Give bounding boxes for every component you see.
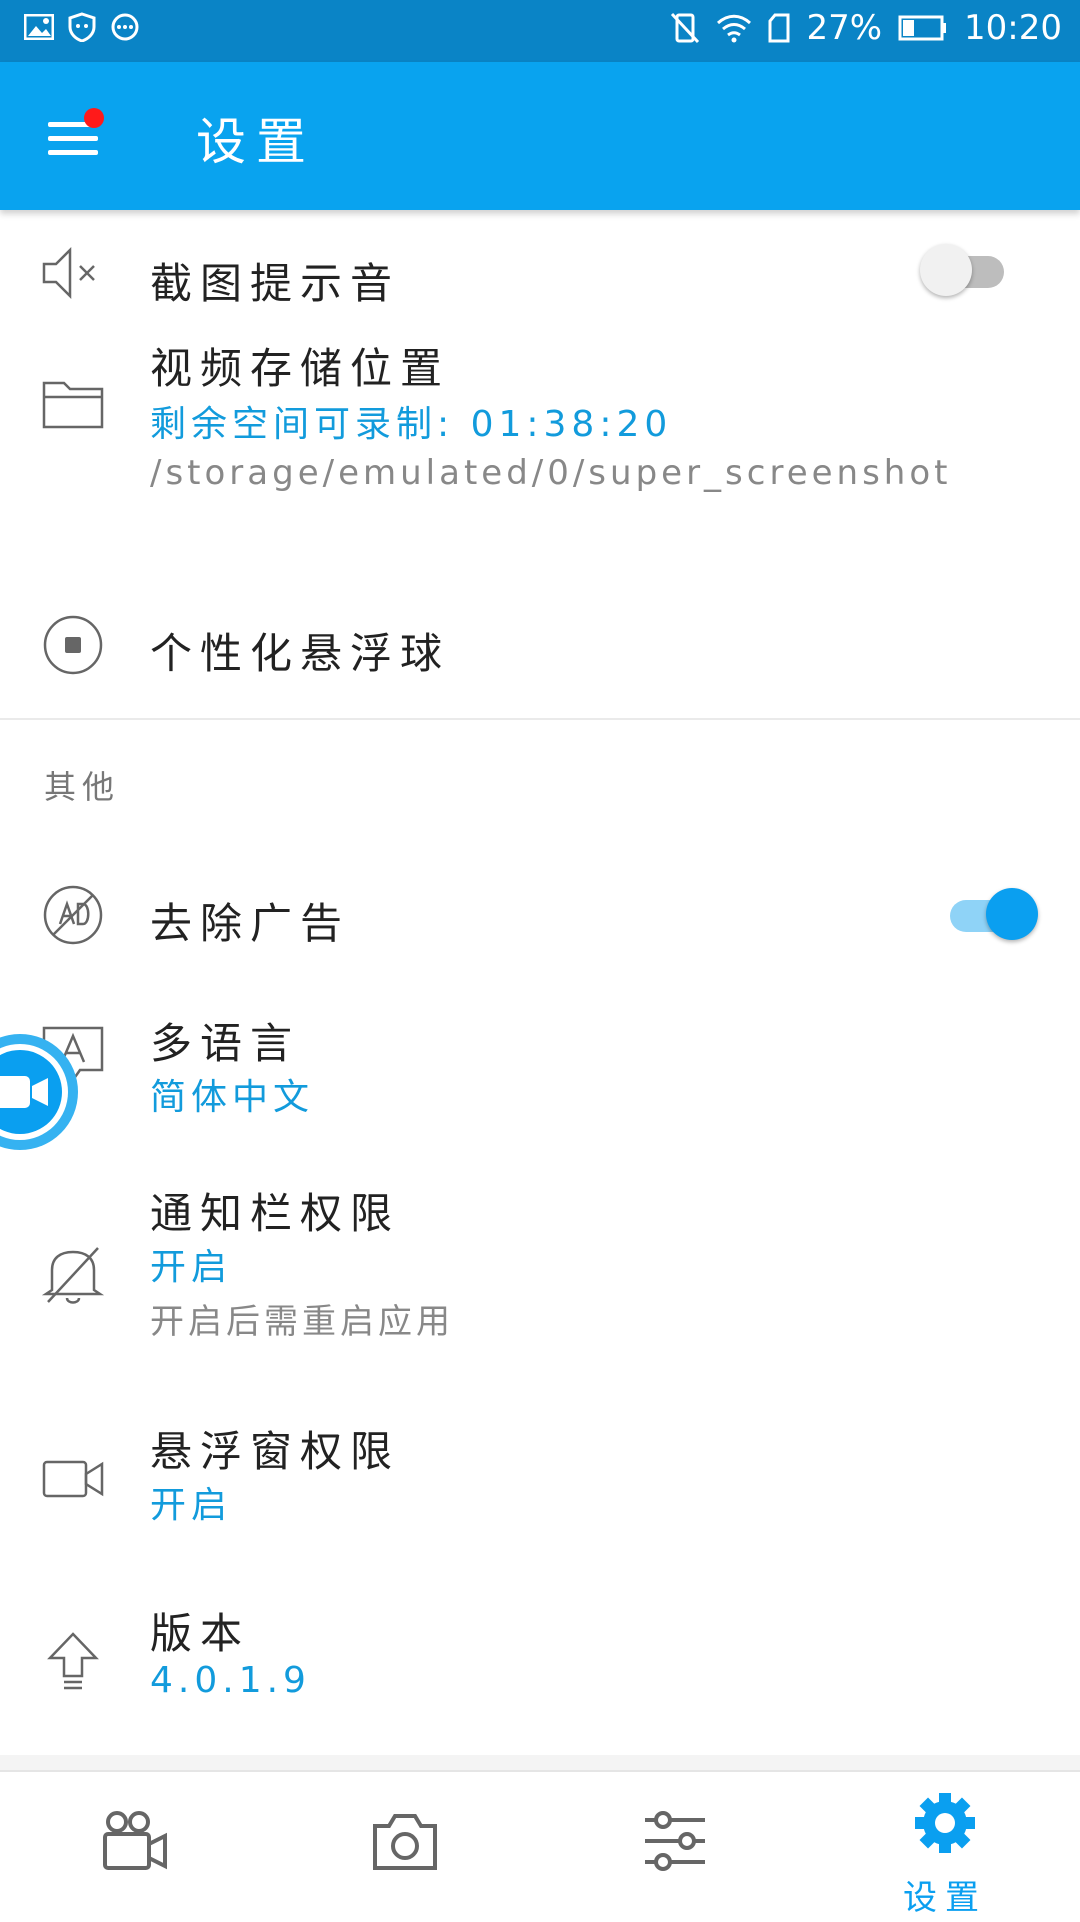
notification-permission-note: 开启后需重启应用 (150, 1302, 454, 1342)
sim-card-icon (768, 13, 790, 43)
nav-tools[interactable] (540, 1772, 810, 1922)
camera-icon (373, 1814, 437, 1870)
menu-button[interactable] (40, 102, 110, 172)
record-camera-icon (0, 1076, 48, 1108)
clock: 10:20 (964, 8, 1062, 48)
mute-speaker-icon (42, 246, 95, 300)
status-left-icons (24, 12, 140, 42)
screenshot-sound-toggle[interactable] (920, 244, 1010, 296)
setting-overlay-permission[interactable]: 悬浮窗权限 开启 (0, 1418, 1080, 1548)
video-storage-label: 视频存储位置 (150, 344, 451, 393)
setting-language[interactable]: 多语言 简体中文 (0, 1000, 1080, 1130)
folder-icon (42, 381, 104, 429)
settings-gear-icon (915, 1793, 975, 1853)
setting-notification-permission[interactable]: 通知栏权限 开启 开启后需重启应用 (0, 1180, 1080, 1360)
vibrate-off-icon (671, 12, 700, 44)
section-divider (0, 718, 1080, 720)
shield-notification-icon (68, 12, 96, 42)
nav-video[interactable] (0, 1772, 270, 1922)
language-label: 多语言 (150, 1019, 301, 1068)
notification-permission-value: 开启 (150, 1247, 233, 1288)
setting-remove-ads[interactable]: 去除广告 (0, 850, 1080, 980)
setting-floating-ball[interactable]: 个性化悬浮球 (0, 590, 1080, 710)
toggle-knob (986, 888, 1038, 940)
floating-record-inner (0, 1050, 62, 1134)
gallery-notification-icon (24, 14, 54, 40)
nav-settings-label: 设置 (903, 1878, 987, 1918)
toggle-knob (920, 244, 972, 296)
wifi-icon (717, 14, 752, 43)
battery-percent: 27% (806, 8, 883, 48)
overlay-permission-label: 悬浮窗权限 (150, 1427, 401, 1476)
status-bar: 27% 10:20 (0, 0, 1080, 62)
notification-permission-label: 通知栏权限 (150, 1189, 401, 1238)
no-ads-icon (43, 885, 103, 945)
settings-list: 截图提示音 视频存储位置 剩余空间可录制: 01:38:20 /storage/… (0, 210, 1080, 1701)
setting-video-storage[interactable]: 视频存储位置 剩余空间可录制: 01:38:20 /storage/emulat… (0, 335, 1080, 510)
setting-screenshot-sound[interactable]: 截图提示音 (0, 210, 1080, 335)
section-header-other: 其他 (44, 768, 121, 806)
battery-icon (898, 15, 947, 41)
version-label: 版本 (150, 1609, 251, 1658)
menu-bar-bottom (48, 150, 98, 155)
more-notification-icon (111, 13, 139, 41)
screenshot-sound-label: 截图提示音 (150, 259, 401, 308)
floating-ball-label: 个性化悬浮球 (150, 629, 451, 678)
notification-dot (84, 108, 104, 128)
video-storage-path: /storage/emulated/0/super_screenshot (150, 453, 952, 493)
version-value: 4.0.1.9 (150, 1660, 311, 1701)
video-camera-icon (103, 1811, 167, 1870)
page-title: 设置 (196, 113, 316, 171)
video-camera-icon (42, 1460, 104, 1498)
remove-ads-toggle[interactable] (940, 888, 1038, 940)
language-value: 简体中文 (150, 1077, 315, 1118)
setting-version[interactable]: 版本 4.0.1.9 (0, 1600, 1080, 1730)
bottom-shade (0, 1755, 1080, 1770)
overlay-permission-value: 开启 (150, 1485, 233, 1526)
remove-ads-label: 去除广告 (150, 899, 351, 948)
sliders-icon (645, 1811, 705, 1871)
nav-screenshot[interactable] (270, 1772, 540, 1922)
bottom-navigation: 设置 (0, 1770, 1080, 1922)
notification-off-icon (41, 1247, 105, 1304)
floating-ball-icon (43, 615, 103, 675)
nav-settings[interactable]: 设置 (810, 1772, 1080, 1922)
menu-bar-middle (48, 136, 98, 141)
status-right-icons: 27% 10:20 (670, 8, 1062, 48)
video-storage-remaining: 剩余空间可录制: 01:38:20 (150, 404, 673, 445)
app-bar: 设置 (0, 62, 1080, 210)
upgrade-arrow-icon (47, 1632, 99, 1690)
